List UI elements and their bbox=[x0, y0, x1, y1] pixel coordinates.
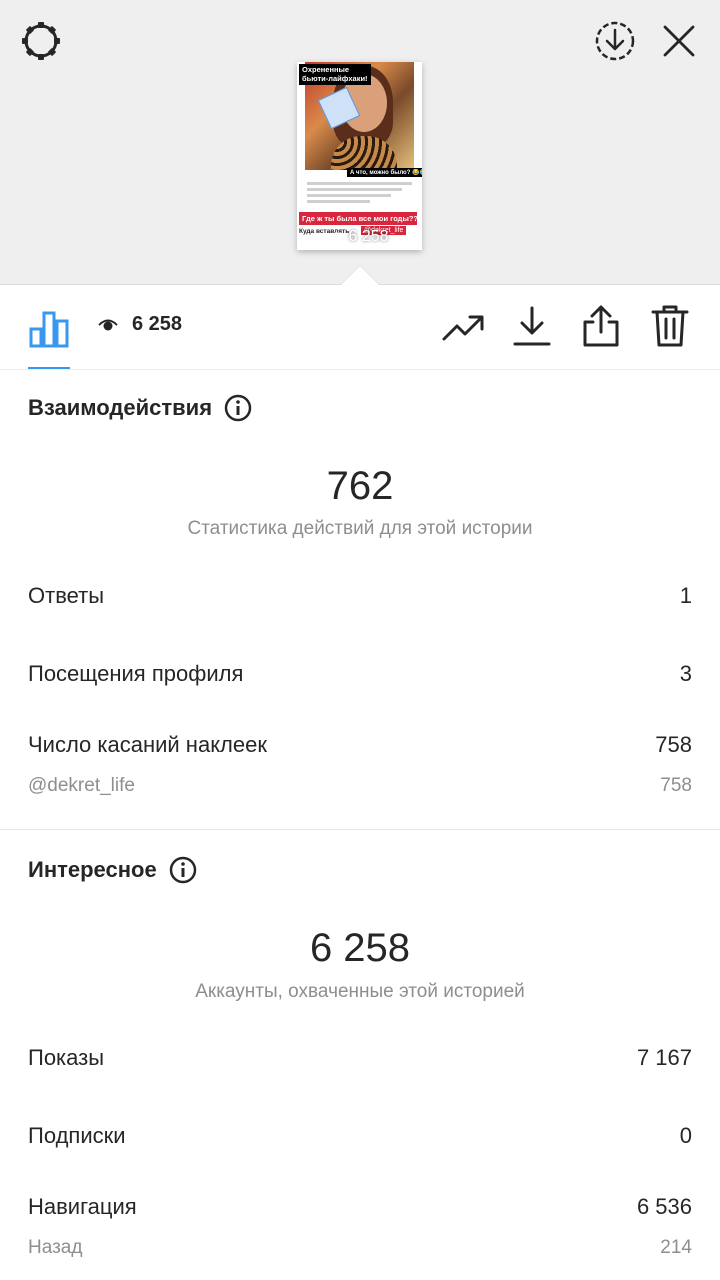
stat-sublabel: @dekret_life bbox=[28, 775, 135, 796]
story-views-overlay-count: 6 258 bbox=[348, 228, 389, 245]
stat-value: 0 bbox=[679, 1123, 692, 1148]
stat-label: Показы bbox=[28, 1045, 105, 1070]
stat-row-sticker-taps: Число касаний наклеек 758 bbox=[28, 732, 692, 758]
eye-icon bbox=[330, 232, 344, 242]
eye-icon bbox=[98, 319, 118, 330]
section-divider bbox=[0, 829, 720, 830]
stat-row-follows: Подписки 0 bbox=[28, 1123, 692, 1149]
stat-subvalue: 758 bbox=[660, 775, 692, 796]
bar-chart-icon[interactable] bbox=[26, 305, 72, 351]
story-caption-title: Охрененные бьюти-лайфхаки! bbox=[299, 64, 371, 86]
discovery-subtitle: Аккаунты, охваченные этой историей bbox=[195, 981, 525, 1002]
delete-trash-icon[interactable] bbox=[647, 303, 693, 349]
stat-row-navigation: Навигация 6 536 bbox=[28, 1194, 692, 1220]
active-tab-indicator bbox=[28, 367, 70, 369]
stat-value: 1 bbox=[679, 583, 692, 608]
interactions-title: Взаимодействия bbox=[28, 395, 213, 420]
story-caption-red: Где ж ты была все мои годы??? bbox=[299, 212, 417, 225]
stat-label: Посещения профиля bbox=[28, 661, 244, 686]
stat-label: Число касаний наклеек bbox=[28, 732, 267, 757]
stat-value: 7 167 bbox=[636, 1045, 692, 1070]
stat-value: 758 bbox=[655, 732, 692, 757]
stat-subvalue: 214 bbox=[660, 1237, 692, 1258]
download-icon[interactable] bbox=[509, 303, 555, 349]
stat-label: Подписки bbox=[28, 1123, 126, 1148]
stat-label: Ответы bbox=[28, 583, 105, 608]
discovery-header: Интересное bbox=[28, 856, 197, 884]
discovery-title: Интересное bbox=[28, 857, 157, 882]
interactions-total: 762 bbox=[326, 464, 394, 508]
story-caption-question: А что, можно было? 😂😂 bbox=[347, 168, 422, 177]
preview-pointer bbox=[341, 266, 379, 285]
story-views-overlay: 6 258 bbox=[297, 228, 422, 246]
share-icon[interactable] bbox=[578, 303, 624, 349]
stat-value: 3 bbox=[679, 661, 692, 686]
story-thumbnail[interactable]: Охрененные бьюти-лайфхаки! А что, можно … bbox=[297, 62, 422, 250]
interactions-header: Взаимодействия bbox=[28, 394, 252, 422]
interactions-subtitle: Статистика действий для этой истории bbox=[187, 518, 533, 539]
stat-row-impressions: Показы 7 167 bbox=[28, 1045, 692, 1071]
discovery-total: 6 258 bbox=[309, 926, 411, 970]
story-preview-header: Охрененные бьюти-лайфхаки! А что, можно … bbox=[0, 0, 720, 285]
stats-toolbar: 6 258 bbox=[0, 285, 720, 370]
stat-label: Навигация bbox=[28, 1194, 137, 1219]
views-count: 6 258 bbox=[132, 313, 183, 335]
stat-subrow-mention: @dekret_life 758 bbox=[28, 775, 692, 797]
story-post-text-lines bbox=[307, 182, 412, 206]
info-icon[interactable] bbox=[224, 394, 252, 422]
download-circle-icon[interactable] bbox=[592, 18, 638, 64]
stat-sublabel: Назад bbox=[28, 1237, 83, 1258]
settings-gear-icon[interactable] bbox=[18, 18, 64, 64]
trending-up-icon[interactable] bbox=[440, 305, 486, 351]
stat-row-replies: Ответы 1 bbox=[28, 583, 692, 609]
views-counter: 6 258 bbox=[98, 313, 182, 336]
stat-subrow-back: Назад 214 bbox=[28, 1237, 692, 1259]
stat-row-profile-visits: Посещения профиля 3 bbox=[28, 661, 692, 687]
stat-value: 6 536 bbox=[636, 1194, 692, 1219]
close-icon[interactable] bbox=[656, 18, 702, 64]
info-icon[interactable] bbox=[169, 856, 197, 884]
